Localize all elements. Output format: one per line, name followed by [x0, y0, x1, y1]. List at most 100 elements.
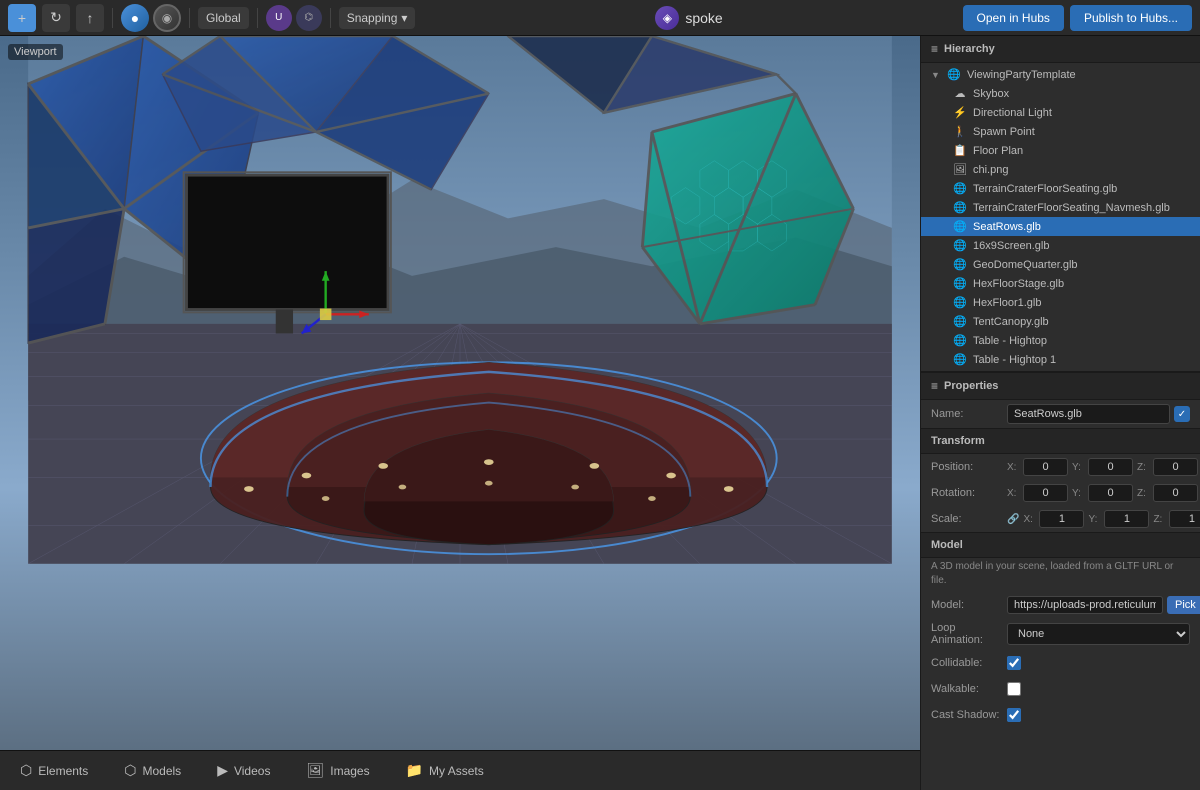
images-label: Images: [330, 764, 369, 778]
chipng-icon: 🖼: [953, 163, 967, 176]
tablehightop1-label: Table - Hightop 1: [973, 354, 1056, 366]
refresh-button[interactable]: ↻: [42, 4, 70, 32]
hierarchy-item-chipng[interactable]: 🖼 chi.png: [921, 160, 1200, 179]
tab-images[interactable]: 🖼 Images: [298, 758, 377, 783]
rot-z-label: Z:: [1137, 488, 1149, 499]
name-input[interactable]: [1007, 404, 1170, 424]
hierarchy-item-geodome[interactable]: 🌐 GeoDomeQuarter.glb: [921, 255, 1200, 274]
tentcanopy-label: TentCanopy.glb: [973, 316, 1049, 328]
scale-y-input[interactable]: [1104, 510, 1149, 528]
terrainseating-label: TerrainCraterFloorSeating.glb: [973, 183, 1117, 195]
hierarchy-item-dirlight[interactable]: ⚡ Directional Light: [921, 103, 1200, 122]
hierarchy-item-skybox[interactable]: ☁ Skybox: [921, 84, 1200, 103]
position-x-input[interactable]: [1023, 458, 1068, 476]
snapping-button[interactable]: Snapping ▾: [339, 7, 416, 29]
tab-my-assets[interactable]: 📁 My Assets: [398, 758, 492, 783]
hierarchy-item-terrainnav[interactable]: 🌐 TerrainCraterFloorSeating_Navmesh.glb: [921, 198, 1200, 217]
hierarchy-item-terrainseating[interactable]: 🌐 TerrainCraterFloorSeating.glb: [921, 179, 1200, 198]
transform-label: Transform: [931, 435, 985, 447]
upload-button[interactable]: ↑: [76, 4, 104, 32]
separator-1: [112, 8, 113, 28]
add-button[interactable]: +: [8, 4, 36, 32]
snapping-label: Snapping: [347, 11, 398, 25]
cast-shadow-label: Cast Shadow:: [931, 709, 1001, 721]
floorplan-label: Floor Plan: [973, 145, 1023, 157]
loop-anim-select[interactable]: None: [1007, 623, 1190, 645]
rotation-row: Rotation: X: Y: Z:: [921, 480, 1200, 506]
publish-button[interactable]: Publish to Hubs...: [1070, 5, 1192, 31]
hierarchy-header: ≡ Hierarchy: [921, 36, 1200, 63]
viewport[interactable]: Viewport: [0, 36, 920, 790]
models-label: Models: [143, 764, 182, 778]
hierarchy-item-hexfloorstage[interactable]: 🌐 HexFloorStage.glb: [921, 274, 1200, 293]
cast-shadow-checkbox[interactable]: [1007, 708, 1021, 722]
scene-background: [0, 36, 920, 790]
loop-anim-value-row: None: [1007, 623, 1190, 645]
rotation-z-input[interactable]: [1153, 484, 1198, 502]
pick-button[interactable]: Pick: [1167, 596, 1200, 614]
rotation-y-input[interactable]: [1088, 484, 1133, 502]
rotation-x-input[interactable]: [1023, 484, 1068, 502]
scale-label: Scale:: [931, 513, 1001, 525]
hierarchy-item-screen[interactable]: 🌐 16x9Screen.glb: [921, 236, 1200, 255]
dirlight-icon: ⚡: [953, 106, 967, 119]
separator-2: [189, 8, 190, 28]
model-url-input[interactable]: [1007, 596, 1163, 614]
hierarchy-item-spawnpoint[interactable]: 🚶 Spawn Point: [921, 122, 1200, 141]
scene-sky: [0, 36, 920, 790]
seatrows-label: SeatRows.glb: [973, 221, 1041, 233]
loop-anim-row: LoopAnimation: None: [921, 618, 1200, 650]
hierarchy-item-floorplan[interactable]: 📋 Floor Plan: [921, 141, 1200, 160]
dirlight-label: Directional Light: [973, 107, 1052, 119]
link-icon: 🔗: [1007, 514, 1019, 525]
elements-label: Elements: [38, 764, 88, 778]
hierarchy-list: ▼ 🌐 ViewingPartyTemplate ☁ Skybox ⚡ Dire…: [921, 63, 1200, 371]
tentcanopy-icon: 🌐: [953, 315, 967, 328]
walkable-checkbox[interactable]: [1007, 682, 1021, 696]
snapping-arrow: ▾: [401, 11, 407, 25]
hierarchy-item-tablehightop[interactable]: 🌐 Table - Hightop: [921, 331, 1200, 350]
position-y-input[interactable]: [1088, 458, 1133, 476]
model-url-row: Model: Pick: [921, 592, 1200, 618]
terrainnav-icon: 🌐: [953, 201, 967, 214]
position-label: Position:: [931, 461, 1001, 473]
name-value-row: ✓: [1007, 404, 1190, 424]
global-label: Global: [206, 11, 241, 25]
open-hubs-button[interactable]: Open in Hubs: [963, 5, 1064, 31]
my-assets-icon: 📁: [406, 762, 423, 779]
hierarchy-item-hexfloor1[interactable]: 🌐 HexFloor1.glb: [921, 293, 1200, 312]
viewport-label: Viewport: [8, 44, 63, 60]
hierarchy-item-tentcanopy[interactable]: 🌐 TentCanopy.glb: [921, 312, 1200, 331]
geodome-label: GeoDomeQuarter.glb: [973, 259, 1078, 271]
collidable-checkbox[interactable]: [1007, 656, 1021, 670]
models-icon: ⬡: [124, 762, 136, 779]
cast-shadow-row: Cast Shadow:: [921, 702, 1200, 728]
tab-models[interactable]: ⬡ Models: [116, 758, 189, 783]
scale-z-input[interactable]: [1169, 510, 1200, 528]
properties-title: Properties: [944, 380, 998, 392]
right-panel: ≡ Hierarchy ▼ 🌐 ViewingPartyTemplate ☁ S…: [920, 36, 1200, 790]
elements-icon: ⬡: [20, 762, 32, 779]
scale-x-input[interactable]: [1039, 510, 1084, 528]
hierarchy-section: ≡ Hierarchy ▼ 🌐 ViewingPartyTemplate ☁ S…: [921, 36, 1200, 372]
loop-anim-label: LoopAnimation:: [931, 622, 1001, 646]
spawnpoint-icon: 🚶: [953, 125, 967, 138]
skybox-label: Skybox: [973, 88, 1009, 100]
hierarchy-item-tablehightop1[interactable]: 🌐 Table - Hightop 1: [921, 350, 1200, 369]
separator-4: [330, 8, 331, 28]
global-button[interactable]: Global: [198, 7, 249, 29]
hierarchy-item-root[interactable]: ▼ 🌐 ViewingPartyTemplate: [921, 65, 1200, 84]
collidable-row: Collidable:: [921, 650, 1200, 676]
collidable-label: Collidable:: [931, 657, 1001, 669]
root-icon: 🌐: [947, 68, 961, 81]
expand-root: ▼: [931, 70, 941, 80]
tab-videos[interactable]: ▶ Videos: [209, 758, 278, 783]
visible-checkbox[interactable]: ✓: [1174, 406, 1190, 422]
position-z-input[interactable]: [1153, 458, 1198, 476]
properties-icon: ≡: [931, 379, 938, 393]
hierarchy-item-seatrows[interactable]: 🌐 SeatRows.glb: [921, 217, 1200, 236]
model-label: Model:: [931, 599, 1001, 611]
tablehightop-label: Table - Hightop: [973, 335, 1047, 347]
tab-elements[interactable]: ⬡ Elements: [12, 758, 96, 783]
hierarchy-title: Hierarchy: [944, 43, 995, 55]
